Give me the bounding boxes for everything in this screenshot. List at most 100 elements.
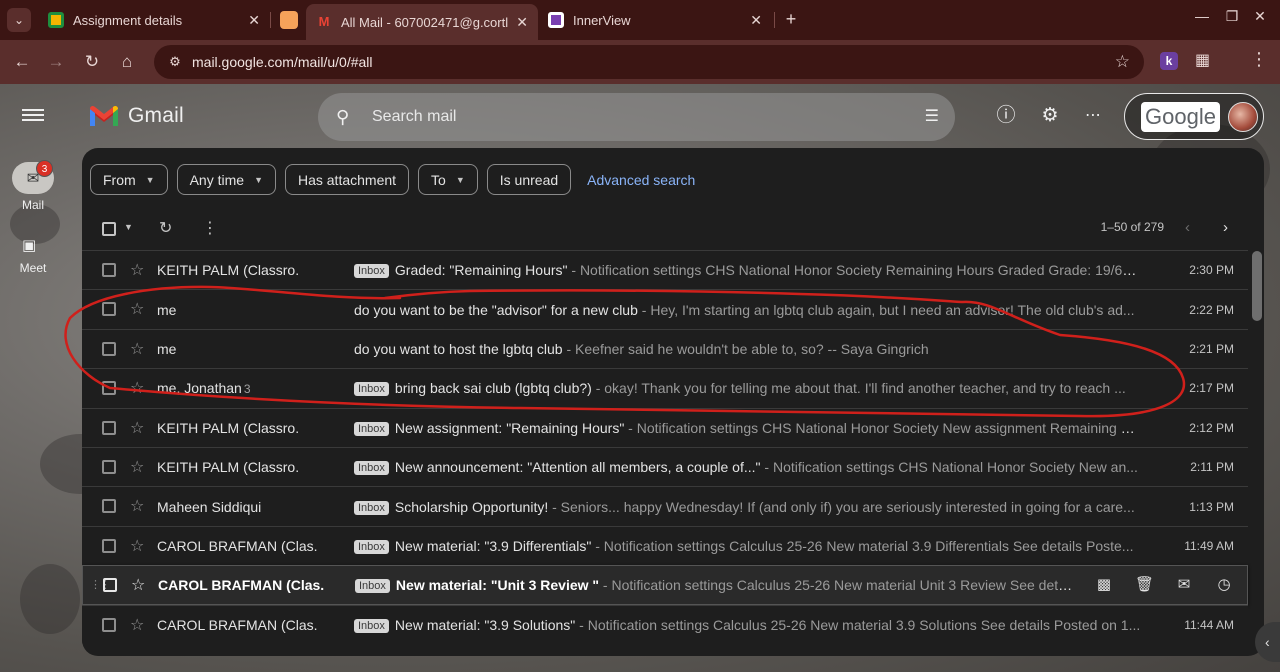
email-row[interactable]: ☆ Maheen Siddiqui Inbox Scholarship Oppor… bbox=[82, 486, 1248, 526]
search-input[interactable] bbox=[372, 108, 892, 126]
star-icon[interactable]: ☆ bbox=[130, 536, 144, 556]
search-bar[interactable]: ⚲ ☰ bbox=[318, 93, 955, 141]
bookmark-star-icon[interactable]: ☆ bbox=[1115, 52, 1130, 72]
email-row[interactable]: ☆ me do you want to be the "advisor" for… bbox=[82, 289, 1248, 329]
filter-has-attachment-chip[interactable]: Has attachment bbox=[284, 164, 410, 195]
help-icon[interactable]: ⓘ bbox=[994, 104, 1018, 128]
close-window-icon[interactable]: ✕ bbox=[1250, 8, 1270, 25]
star-icon[interactable]: ☆ bbox=[130, 299, 144, 319]
new-tab-plus-icon[interactable]: + bbox=[780, 8, 802, 30]
filter-from-chip[interactable]: From ▼ bbox=[90, 164, 168, 195]
email-row[interactable]: ☆ me, Jonathan 3 Inbox bring back sai club… bbox=[82, 368, 1248, 408]
email-preview: Inbox New material: "Unit 3 Review " - No… bbox=[355, 577, 1075, 593]
row-checkbox[interactable] bbox=[102, 381, 116, 396]
list-scrollbar[interactable] bbox=[1252, 251, 1262, 321]
close-tab-icon[interactable]: ✕ bbox=[248, 12, 260, 29]
email-preview: Inbox New assignment: "Remaining Hours" -… bbox=[354, 420, 1142, 436]
mail-unread-badge: 3 bbox=[36, 160, 53, 177]
home-icon[interactable]: ⌂ bbox=[115, 50, 139, 74]
star-icon[interactable]: ☆ bbox=[130, 457, 144, 477]
row-checkbox[interactable] bbox=[102, 263, 116, 277]
more-actions-icon[interactable]: ⋮ bbox=[202, 218, 218, 238]
advanced-search-link[interactable]: Advanced search bbox=[587, 172, 695, 188]
filter-to-chip[interactable]: To ▼ bbox=[418, 164, 478, 195]
star-icon[interactable]: ☆ bbox=[131, 575, 145, 595]
star-icon[interactable]: ☆ bbox=[130, 615, 144, 635]
chevron-down-icon: ▼ bbox=[455, 174, 465, 185]
snooze-clock-icon[interactable]: ◷ bbox=[1215, 575, 1233, 593]
gmail-logo[interactable]: Gmail bbox=[88, 104, 184, 128]
mark-as-read-icon[interactable]: ✉ bbox=[1175, 575, 1193, 593]
select-all-checkbox[interactable] bbox=[102, 222, 116, 236]
site-info-icon[interactable]: ⚙ bbox=[158, 54, 192, 70]
browser-menu-icon[interactable]: ⋮ bbox=[1250, 49, 1268, 70]
row-checkbox[interactable] bbox=[102, 499, 116, 514]
filter-is-unread-chip[interactable]: Is unread bbox=[486, 164, 572, 195]
tab-assignment-details[interactable]: Assignment details ✕ bbox=[38, 4, 270, 36]
email-sender: Maheen Siddiqui bbox=[157, 498, 262, 515]
email-row[interactable]: ☆ KEITH PALM (Classro. Inbox New announce… bbox=[82, 446, 1248, 487]
minimize-window-icon[interactable]: — bbox=[1192, 8, 1212, 24]
email-row[interactable]: ☆ CAROL BRAFMAN (Clas. Inbox New material… bbox=[82, 604, 1248, 644]
star-icon[interactable]: ☆ bbox=[130, 378, 144, 398]
row-checkbox[interactable] bbox=[103, 578, 117, 593]
row-checkbox[interactable] bbox=[102, 420, 116, 435]
email-row[interactable]: ☆ KEITH PALM (Classro. Inbox New assignme… bbox=[82, 407, 1248, 447]
email-preview: Inbox New material: "3.9 Differentials" -… bbox=[354, 538, 1142, 554]
delete-trash-icon[interactable]: 🗑 bbox=[1135, 575, 1154, 593]
star-icon[interactable]: ☆ bbox=[130, 260, 144, 280]
email-sender: KEITH PALM (Classro. bbox=[157, 459, 300, 476]
tab-pinned[interactable] bbox=[270, 4, 306, 36]
nav-mail-label[interactable]: Mail bbox=[0, 198, 66, 212]
row-checkbox[interactable] bbox=[102, 459, 116, 474]
main-menu-icon[interactable] bbox=[22, 106, 44, 124]
newer-page-chevron-icon[interactable]: ‹ bbox=[1185, 219, 1190, 236]
maximize-window-icon[interactable]: ❐ bbox=[1222, 8, 1242, 25]
search-icon[interactable]: ⚲ bbox=[336, 107, 358, 128]
email-sender: CAROL BRAFMAN (Clas. bbox=[157, 537, 318, 554]
close-tab-icon[interactable]: ✕ bbox=[516, 14, 528, 31]
extension-k-icon[interactable]: k bbox=[1160, 52, 1178, 70]
innerview-favicon-icon bbox=[548, 12, 564, 28]
email-row[interactable]: ☆ KEITH PALM (Classro. Inbox Graded: "Rem… bbox=[82, 250, 1248, 290]
nav-meet-label[interactable]: Meet bbox=[0, 261, 66, 275]
archive-icon[interactable]: ▩ bbox=[1095, 575, 1113, 593]
account-switcher[interactable]: Google bbox=[1124, 93, 1264, 140]
refresh-icon[interactable]: ↻ bbox=[159, 218, 172, 238]
email-time: 2:11 PM bbox=[1190, 460, 1234, 475]
tab-search-chevron-icon[interactable]: ⌄ bbox=[7, 8, 31, 32]
inbox-label-badge: Inbox bbox=[354, 421, 389, 436]
avatar[interactable] bbox=[1227, 101, 1258, 132]
email-sender: me, Jonathan 3 bbox=[157, 380, 251, 397]
older-page-chevron-icon[interactable]: › bbox=[1223, 219, 1228, 236]
chevron-down-icon: ▼ bbox=[145, 174, 155, 185]
address-bar[interactable]: ⚙ mail.google.com/mail/u/0/#all ☆ bbox=[154, 45, 1144, 79]
email-time: 2:30 PM bbox=[1189, 263, 1234, 278]
email-row[interactable]: ☆ me do you want to host the lgbtq club … bbox=[82, 328, 1248, 369]
settings-gear-icon[interactable]: ⚙ bbox=[1038, 104, 1062, 128]
star-icon[interactable]: ☆ bbox=[130, 496, 144, 516]
select-dropdown-chevron-icon[interactable]: ▼ bbox=[124, 222, 133, 232]
email-list: ☆ KEITH PALM (Classro. Inbox Graded: "Rem… bbox=[82, 250, 1248, 644]
reload-icon[interactable]: ↻ bbox=[80, 50, 104, 74]
tab-all-mail[interactable]: M All Mail - 607002471@g.cortland. ✕ bbox=[306, 4, 538, 40]
forward-arrow-icon[interactable]: → bbox=[44, 50, 68, 74]
apps-grid-icon[interactable]: ⋯ bbox=[1081, 104, 1105, 128]
email-time: 11:49 AM bbox=[1184, 538, 1234, 553]
email-row[interactable]: ☆ CAROL BRAFMAN (Clas. Inbox New material… bbox=[82, 525, 1248, 566]
inbox-label-badge: Inbox bbox=[354, 461, 389, 476]
tab-innerview[interactable]: InnerView ✕ bbox=[538, 4, 772, 36]
email-row-hovered[interactable]: ⋮⋮ ☆ CAROL BRAFMAN (Clas. Inbox New mater… bbox=[82, 565, 1248, 605]
extensions-puzzle-icon[interactable]: ▦ bbox=[1195, 50, 1210, 70]
row-checkbox[interactable] bbox=[102, 538, 116, 553]
star-icon[interactable]: ☆ bbox=[130, 418, 144, 438]
close-tab-icon[interactable]: ✕ bbox=[750, 12, 762, 29]
row-checkbox[interactable] bbox=[102, 302, 116, 317]
star-icon[interactable]: ☆ bbox=[130, 339, 144, 359]
row-checkbox[interactable] bbox=[102, 617, 116, 632]
back-arrow-icon[interactable]: ← bbox=[10, 50, 34, 74]
filter-any-time-chip[interactable]: Any time ▼ bbox=[176, 164, 276, 195]
meet-video-icon[interactable]: ▣ bbox=[22, 236, 36, 254]
row-checkbox[interactable] bbox=[102, 341, 116, 356]
search-options-tune-icon[interactable]: ☰ bbox=[925, 106, 939, 126]
